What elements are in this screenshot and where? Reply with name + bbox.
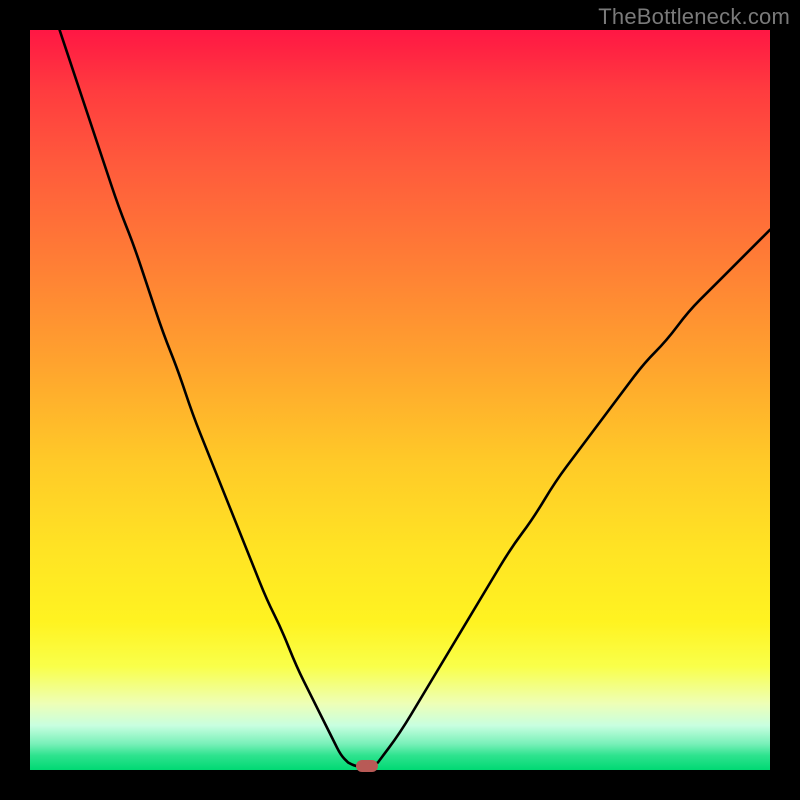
curve-svg	[30, 30, 770, 770]
watermark-text: TheBottleneck.com	[598, 4, 790, 30]
chart-frame: TheBottleneck.com	[0, 0, 800, 800]
bottleneck-curve	[60, 30, 770, 766]
optimum-marker	[356, 760, 378, 772]
plot-area	[30, 30, 770, 770]
